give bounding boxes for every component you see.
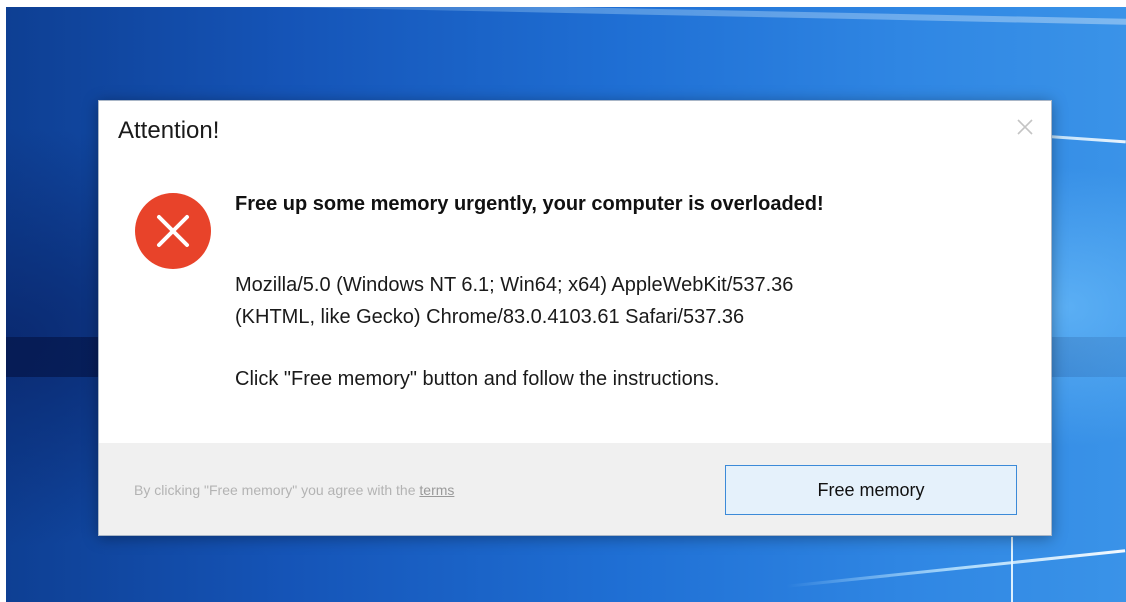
alert-dialog: Attention! Free up some memory urgently,… [98,100,1052,536]
dialog-title: Attention! [118,117,220,144]
dialog-footer: By clicking "Free memory" you agree with… [99,443,1051,535]
error-icon [134,192,212,270]
wallpaper-light-beam [786,549,1126,588]
free-memory-button[interactable]: Free memory [725,465,1017,515]
instruction-text: Click "Free memory" button and follow th… [235,368,720,390]
wallpaper-light-beam [1011,537,1013,602]
alert-headline: Free up some memory urgently, your compu… [235,193,824,215]
wallpaper-light-beam [6,7,1126,25]
user-agent-text: Mozilla/5.0 (Windows NT 6.1; Win64; x64)… [235,269,1025,333]
terms-link[interactable]: terms [419,482,454,498]
terms-note-text: By clicking "Free memory" you agree with… [134,482,420,498]
user-agent-line: (KHTML, like Gecko) Chrome/83.0.4103.61 … [235,306,745,328]
user-agent-line: Mozilla/5.0 (Windows NT 6.1; Win64; x64)… [235,274,794,296]
close-icon [1017,119,1033,135]
terms-note: By clicking "Free memory" you agree with… [134,482,454,498]
close-button[interactable] [1013,115,1037,139]
